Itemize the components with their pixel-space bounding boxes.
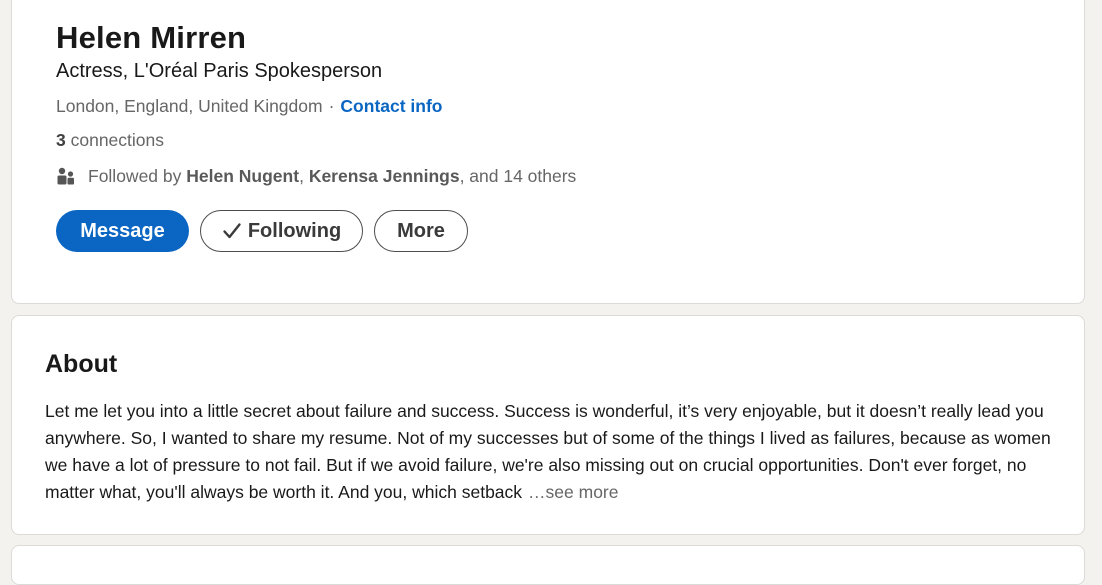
contact-info-link[interactable]: Contact info xyxy=(340,96,442,116)
next-section-card xyxy=(11,545,1085,585)
followed-by-prefix: Followed by xyxy=(88,166,182,186)
profile-actions: Message Following More xyxy=(56,210,468,252)
connections-count[interactable]: 3 connections xyxy=(56,128,164,152)
profile-headline: Actress, L'Oréal Paris Spokesperson xyxy=(56,60,383,82)
about-title: About xyxy=(45,350,118,378)
message-button[interactable]: Message xyxy=(56,210,189,252)
followed-by-row[interactable]: Followed by Helen Nugent, Kerensa Jennin… xyxy=(56,164,576,188)
follower-separator: , xyxy=(299,166,304,186)
connections-label: connections xyxy=(70,130,165,150)
people-icon xyxy=(57,167,74,185)
follower-name-2[interactable]: Kerensa Jennings xyxy=(309,164,460,188)
connections-number: 3 xyxy=(56,130,66,150)
following-label: Following xyxy=(247,219,342,242)
see-more-link[interactable]: …see more xyxy=(528,482,618,502)
check-icon xyxy=(223,223,241,239)
profile-card: Helen Mirren Actress, L'Oréal Paris Spok… xyxy=(11,0,1085,304)
profile-name: Helen Mirren xyxy=(56,20,247,55)
separator-dot: · xyxy=(328,96,335,116)
followed-by-suffix: , and 14 others xyxy=(459,166,577,186)
location-text: London, England, United Kingdom xyxy=(56,96,323,116)
location-row: London, England, United Kingdom · Contact … xyxy=(56,94,443,118)
more-button[interactable]: More xyxy=(374,210,468,252)
follower-name-1[interactable]: Helen Nugent xyxy=(186,164,299,188)
about-text: Let me let you into a little secret abou… xyxy=(45,398,1060,506)
about-card: About Let me let you into a little secre… xyxy=(11,315,1085,535)
following-button[interactable]: Following xyxy=(200,210,363,252)
